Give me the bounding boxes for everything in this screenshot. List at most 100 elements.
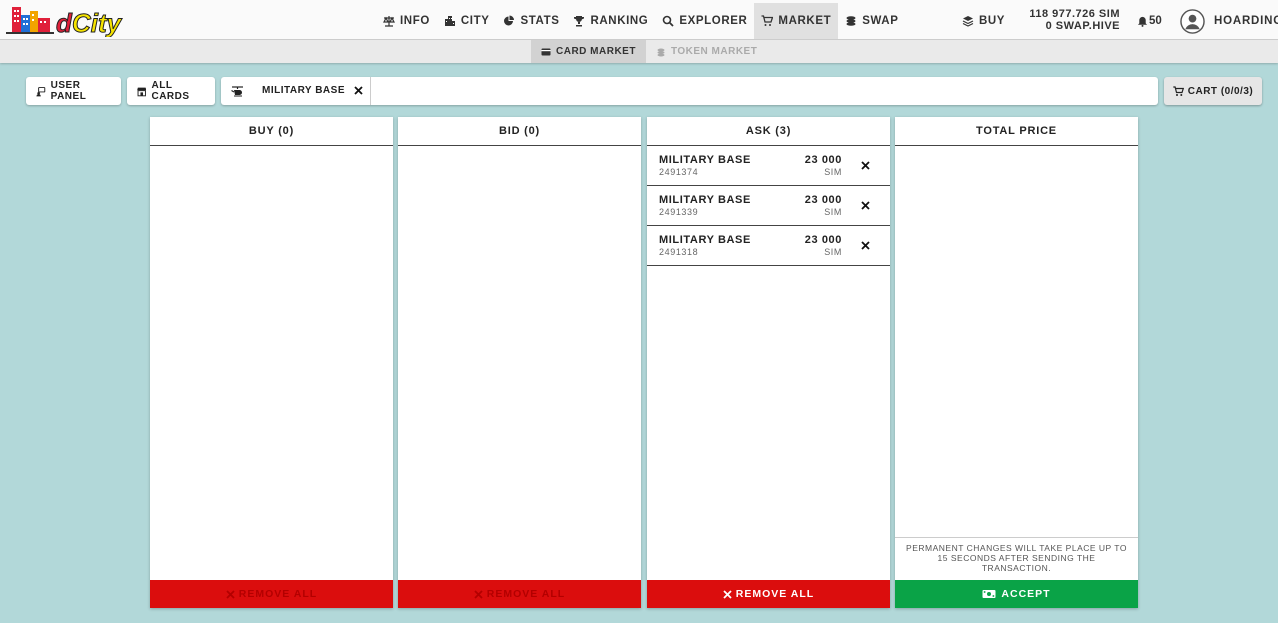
ask-item-name: MILITARY BASE	[659, 154, 751, 166]
ask-item-id: 2491339	[659, 207, 699, 217]
remove-item-icon[interactable]	[861, 201, 870, 210]
search-icon	[663, 15, 674, 27]
cart-icon	[1173, 85, 1184, 96]
close-icon	[474, 589, 483, 599]
buy-panel: BUY (0) REMOVE ALL	[150, 117, 393, 608]
cart-icon	[761, 15, 774, 26]
user-panel-icon	[36, 86, 46, 96]
bid-remove-all-label: REMOVE ALL	[486, 588, 566, 600]
nav-explorer[interactable]: EXPLORER	[655, 3, 754, 39]
total-price-panel: TOTAL PRICE PERMANENT CHANGES WILL TAKE …	[895, 117, 1138, 608]
trophy-icon	[574, 16, 585, 27]
balance-scale-icon	[383, 16, 395, 27]
filter-chip[interactable]: MILITARY BASE	[221, 77, 371, 105]
nav-market-label: MARKET	[778, 15, 832, 27]
nav-stats-label: STATS	[520, 15, 560, 27]
nav-market[interactable]: MARKET	[754, 3, 839, 39]
ask-item-price: 23 000	[804, 234, 842, 246]
bid-remove-all-button[interactable]: REMOVE ALL	[398, 580, 641, 608]
close-icon	[723, 589, 732, 599]
buy-label: BUY	[979, 15, 1006, 27]
nav-swap-label: SWAP	[862, 15, 899, 27]
username: HOARDING	[1214, 15, 1278, 27]
nav-info-label: INFO	[400, 15, 430, 27]
ask-item-name: MILITARY BASE	[659, 234, 751, 246]
user-panel-label: USER PANEL	[50, 80, 87, 102]
cart-label: CART (0/0/3)	[1187, 85, 1254, 97]
card-search-bar: MILITARY BASE	[221, 77, 1158, 105]
balance-sim: 118 977.726 SIM	[1029, 8, 1120, 20]
nav-ranking[interactable]: RANKING	[566, 3, 655, 39]
user-menu[interactable]: HOARDING	[1180, 3, 1278, 39]
notifications[interactable]: 50	[1137, 3, 1162, 39]
nav-explorer-label: EXPLORER	[679, 15, 748, 27]
nav-ranking-label: RANKING	[590, 15, 649, 27]
money-bill-icon	[982, 590, 996, 598]
all-cards-label: ALL CARDS	[151, 80, 190, 102]
close-icon[interactable]	[354, 86, 363, 95]
ask-item-unit: SIM	[824, 167, 842, 177]
all-cards-button[interactable]: ALL CARDS	[127, 77, 215, 105]
ask-item-name: MILITARY BASE	[659, 194, 751, 206]
market-tabs: CARD MARKET TOKEN MARKET	[531, 40, 767, 63]
nav-city-label: CITY	[460, 15, 490, 27]
filter-chip-label: MILITARY BASE	[262, 85, 345, 96]
accept-label: ACCEPT	[1001, 588, 1051, 600]
ask-item: MILITARY BASE 2491374 23 000 SIM	[647, 146, 890, 186]
search-input[interactable]	[373, 79, 1153, 103]
ask-item-price: 23 000	[804, 154, 842, 166]
top-navbar: d City INFO CITY STATS RANKING EXPLORER …	[0, 0, 1278, 40]
accept-button[interactable]: ACCEPT	[895, 580, 1138, 608]
ask-remove-all-button[interactable]: REMOVE ALL	[647, 580, 890, 608]
bell-icon	[1137, 16, 1148, 27]
buy-panel-title: BUY (0)	[150, 117, 393, 146]
store-icon	[137, 87, 147, 96]
bid-panel: BID (0) REMOVE ALL	[398, 117, 641, 608]
tab-card-market-label: CARD MARKET	[556, 46, 636, 57]
ask-panel: ASK (3) MILITARY BASE 2491374 23 000 SIM…	[647, 117, 890, 608]
tab-card-market[interactable]: CARD MARKET	[531, 40, 646, 63]
dcity-logo[interactable]: d City	[4, 3, 128, 37]
balance-swap: 0 SWAP.HIVE	[1045, 20, 1120, 32]
user-panel-button[interactable]: USER PANEL	[26, 77, 121, 105]
remove-item-icon[interactable]	[861, 161, 870, 170]
coins-icon	[657, 48, 665, 56]
remove-item-icon[interactable]	[861, 241, 870, 250]
main-nav: INFO CITY STATS RANKING EXPLORER MARKET …	[376, 3, 905, 39]
ask-item: MILITARY BASE 2491339 23 000 SIM	[647, 186, 890, 226]
buy-remove-all-button[interactable]: REMOVE ALL	[150, 580, 393, 608]
avatar-icon	[1180, 8, 1205, 34]
tab-token-market[interactable]: TOKEN MARKET	[646, 40, 767, 63]
helicopter-icon	[231, 86, 243, 97]
layers-icon	[962, 16, 974, 27]
close-icon	[226, 589, 235, 599]
city-icon	[444, 16, 455, 26]
nav-swap[interactable]: SWAP	[838, 3, 905, 39]
credit-card-icon	[541, 48, 551, 55]
ask-item-unit: SIM	[824, 207, 842, 217]
ask-panel-title: ASK (3)	[647, 117, 890, 146]
buy-remove-all-label: REMOVE ALL	[238, 588, 318, 600]
total-panel-title: TOTAL PRICE	[895, 117, 1138, 146]
market-subnav: CARD MARKET TOKEN MARKET	[0, 40, 1278, 63]
balances: 118 977.726 SIM 0 SWAP.HIVE	[1018, 8, 1120, 32]
ask-item-price: 23 000	[804, 194, 842, 206]
nav-city[interactable]: CITY	[437, 3, 497, 39]
svg-text:City: City	[72, 8, 123, 37]
buy-link[interactable]: BUY	[962, 3, 1005, 39]
ask-remove-all-label: REMOVE ALL	[735, 588, 815, 600]
tab-token-market-label: TOKEN MARKET	[670, 46, 758, 57]
ask-item-id: 2491318	[659, 247, 699, 257]
coins-icon	[846, 16, 856, 26]
nav-stats[interactable]: STATS	[496, 3, 566, 39]
pie-chart-icon	[504, 15, 515, 26]
ask-item-id: 2491374	[659, 167, 699, 177]
notification-count: 50	[1149, 15, 1162, 27]
bid-panel-title: BID (0)	[398, 117, 641, 146]
transaction-notice: PERMANENT CHANGES WILL TAKE PLACE UP TO …	[895, 537, 1138, 580]
svg-text:d: d	[56, 8, 73, 37]
nav-info[interactable]: INFO	[376, 3, 437, 39]
ask-item: MILITARY BASE 2491318 23 000 SIM	[647, 226, 890, 266]
cart-button[interactable]: CART (0/0/3)	[1164, 77, 1262, 105]
ask-item-unit: SIM	[824, 247, 842, 257]
